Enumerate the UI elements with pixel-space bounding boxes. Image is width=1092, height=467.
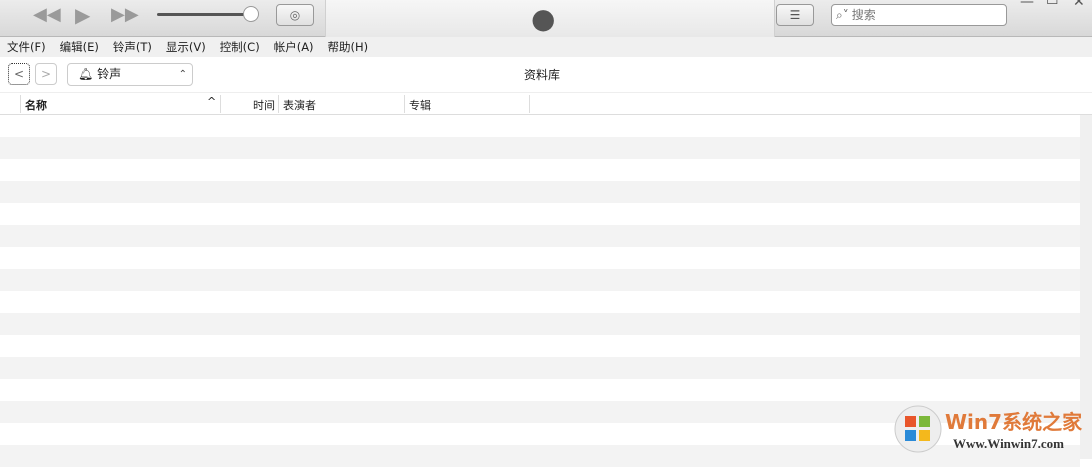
table-header: 名称 ^ 时间 表演者 专辑 bbox=[0, 92, 1092, 115]
table-row bbox=[0, 291, 1080, 313]
fast-forward-button[interactable]: ▶▶ bbox=[111, 4, 139, 25]
table-row bbox=[0, 357, 1080, 379]
menu-help[interactable]: 帮助(H) bbox=[328, 37, 369, 57]
airplay-button[interactable]: ◎ bbox=[276, 4, 314, 26]
table-row bbox=[0, 181, 1080, 203]
table-row bbox=[0, 269, 1080, 291]
menu-edit[interactable]: 编辑(E) bbox=[60, 37, 99, 57]
column-artist[interactable]: 表演者 bbox=[283, 97, 316, 113]
list-icon: ☰ bbox=[789, 8, 801, 22]
minimize-button[interactable]: — bbox=[1020, 0, 1034, 10]
table-row bbox=[0, 137, 1080, 159]
close-button[interactable]: ✕ bbox=[1073, 0, 1085, 10]
volume-knob[interactable] bbox=[243, 6, 259, 22]
menu-ringtones[interactable]: 铃声(T) bbox=[113, 37, 152, 57]
table-row bbox=[0, 379, 1080, 401]
search-input[interactable]: ⌕˅ 搜索 bbox=[831, 4, 1007, 26]
table-row bbox=[0, 335, 1080, 357]
table-row bbox=[0, 115, 1080, 137]
media-source-select[interactable]: 🔔︎ 铃声 ⌃ bbox=[67, 63, 193, 86]
menu-file[interactable]: 文件(F) bbox=[7, 37, 46, 57]
rewind-button[interactable]: ◀◀ bbox=[33, 4, 61, 25]
table-row bbox=[0, 247, 1080, 269]
maximize-button[interactable]: ☐ bbox=[1046, 0, 1059, 8]
sort-ascending-icon: ^ bbox=[207, 95, 217, 108]
table-row bbox=[0, 225, 1080, 247]
menu-account[interactable]: 帐户(A) bbox=[274, 37, 314, 57]
table-row bbox=[0, 159, 1080, 181]
column-time[interactable]: 时间 bbox=[253, 97, 275, 113]
menu-controls[interactable]: 控制(C) bbox=[220, 37, 260, 57]
bell-icon: 🔔︎ bbox=[78, 67, 94, 81]
windows-logo-icon bbox=[894, 405, 942, 453]
play-button[interactable]: ▶ bbox=[75, 3, 90, 27]
forward-button[interactable]: > bbox=[35, 63, 57, 85]
menu-view[interactable]: 显示(V) bbox=[166, 37, 206, 57]
up-next-button[interactable]: ☰ bbox=[776, 4, 814, 26]
table-row bbox=[0, 313, 1080, 335]
airplay-icon: ◎ bbox=[289, 8, 301, 22]
search-icon: ⌕˅ bbox=[836, 8, 849, 22]
column-name[interactable]: 名称 bbox=[25, 97, 47, 113]
player-toolbar: ◀◀ ▶ ▶▶ ◎ ● ☰ ⌕˅ 搜索 — ☐ ✕ bbox=[0, 0, 1092, 37]
back-button[interactable]: < bbox=[8, 63, 30, 85]
page-title: 资料库 bbox=[524, 68, 561, 82]
table-row bbox=[0, 203, 1080, 225]
apple-logo-icon: ● bbox=[531, 2, 556, 35]
volume-slider[interactable] bbox=[157, 13, 250, 16]
menu-bar: 文件(F) 编辑(E) 铃声(T) 显示(V) 控制(C) 帐户(A) 帮助(H… bbox=[0, 37, 1092, 57]
chevron-updown-icon: ⌃ bbox=[178, 69, 187, 80]
watermark: Win7系统之家 Www.Winwin7.com bbox=[893, 404, 1083, 456]
column-album[interactable]: 专辑 bbox=[409, 97, 431, 113]
